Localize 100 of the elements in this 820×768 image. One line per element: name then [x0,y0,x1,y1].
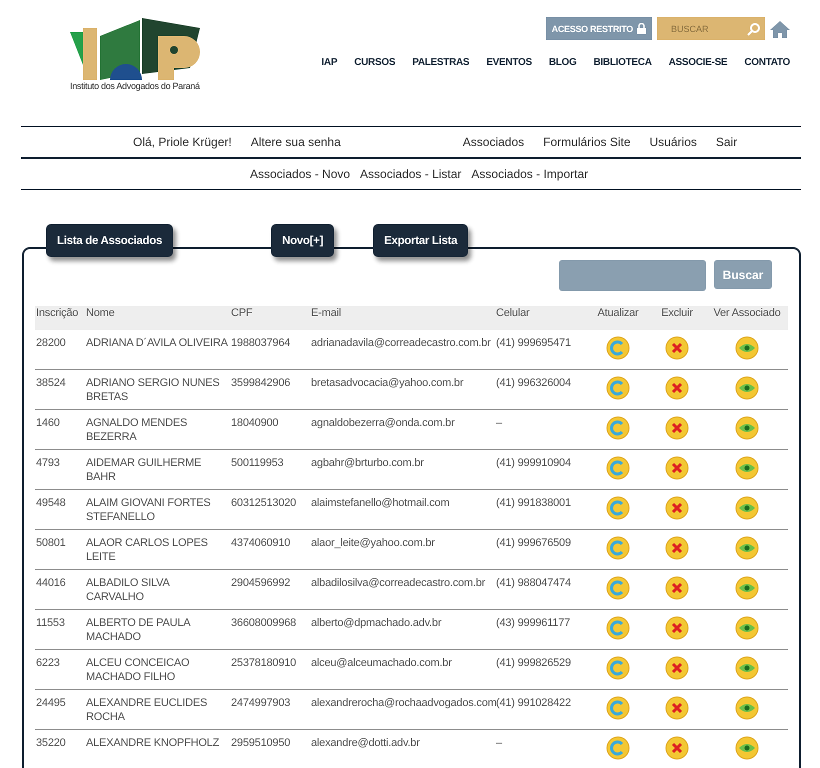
table-cell: (41) 999676509 [496,537,571,549]
table-cell: 500119953 [231,457,284,469]
tab-button[interactable]: Exportar Lista [373,224,468,257]
refresh-icon[interactable] [606,336,630,360]
table-cell: 49548 [36,497,66,509]
table-cell: (41) 991028422 [496,697,571,709]
column-header: Ver Associado [706,306,788,330]
column-header: CPF [230,306,310,330]
table-cell: alceu@alceumachado.com.br [311,657,452,669]
eye-icon[interactable] [735,456,759,480]
delete-icon[interactable] [665,456,689,480]
table-cell: – [496,737,502,749]
admin-nav-link[interactable]: Associados [462,135,524,149]
table-cell: 38524 [36,377,66,389]
sub-nav-link[interactable]: Associados - Novo [250,167,350,181]
refresh-icon[interactable] [606,736,630,760]
table-cell: alberto@dpmachado.adv.br [311,617,442,629]
column-header: E-mail [310,306,495,330]
table-cell: agbahr@brturbo.com.br [311,457,424,469]
delete-icon[interactable] [665,656,689,680]
table-cell: 25378180910 [231,657,296,669]
eye-icon[interactable] [735,336,759,360]
nav-link[interactable]: CURSOS [354,57,396,68]
table-cell: 1988037964 [231,337,290,349]
table-cell: ALEXANDRE EUCLIDES ROCHA [86,697,208,723]
refresh-icon[interactable] [606,456,630,480]
eye-icon[interactable] [735,536,759,560]
table-cell: alexandre@dotti.adv.br [311,737,420,749]
table-cell: (41) 999826529 [496,657,571,669]
delete-icon[interactable] [665,736,689,760]
refresh-icon[interactable] [606,416,630,440]
table-cell: ALBERTO DE PAULA MACHADO [86,617,190,643]
nav-link[interactable]: PALESTRAS [412,57,470,68]
table-cell: albadilosilva@correadecastro.com.br [311,577,486,589]
list-search-field[interactable] [559,260,706,291]
tab-button[interactable]: Novo[+] [271,224,334,257]
table-cell: ALEXANDRE KNOPFHOLZ [86,737,220,749]
refresh-icon[interactable] [606,656,630,680]
table-cell: (41) 999695471 [496,337,571,349]
delete-icon[interactable] [665,496,689,520]
table-cell: (43) 999961177 [496,617,570,629]
nav-link[interactable]: CONTATO [744,57,790,68]
home-icon[interactable] [770,20,790,38]
table-cell: (41) 988047474 [496,577,571,589]
table-cell: 4374060910 [231,537,290,549]
table-cell: 36608009968 [231,617,296,629]
tab-button[interactable]: Lista de Associados [46,224,174,257]
table-cell: 35220 [36,737,66,749]
change-password-link[interactable]: Altere sua senha [250,135,341,149]
sub-nav-link[interactable]: Associados - Importar [471,167,588,181]
nav-link[interactable]: EVENTOS [486,57,532,68]
nav-link[interactable]: IAP [321,57,338,68]
table-cell: 1460 [36,417,60,429]
table-cell: 50801 [36,537,66,549]
table-cell: alaimstefanello@hotmail.com [311,497,450,509]
search-field[interactable]: BUSCAR [657,17,765,40]
nav-link[interactable]: BLOG [548,57,577,68]
eye-icon[interactable] [735,576,759,600]
nav-link[interactable]: ASSOCIE-SE [668,57,728,68]
delete-icon[interactable] [665,696,689,720]
refresh-icon[interactable] [606,496,630,520]
refresh-icon[interactable] [606,376,630,400]
refresh-icon[interactable] [606,576,630,600]
table-cell: 2474997903 [231,697,290,709]
refresh-icon[interactable] [606,616,630,640]
admin-nav-link[interactable]: Sair [716,135,738,149]
table-cell: AIDEMAR GUILHERME BAHR [86,457,202,483]
eye-icon[interactable] [735,376,759,400]
table-cell: 11553 [36,617,65,629]
eye-icon[interactable] [735,656,759,680]
admin-nav-link[interactable]: Usuários [650,135,697,149]
table-cell: 2959510950 [231,737,290,749]
column-header: Celular [495,306,588,330]
delete-icon[interactable] [665,416,689,440]
delete-icon[interactable] [665,576,689,600]
refresh-icon[interactable] [606,696,630,720]
eye-icon[interactable] [735,496,759,520]
eye-icon[interactable] [735,696,759,720]
table-cell: agnaldobezerra@onda.com.br [311,417,455,429]
delete-icon[interactable] [665,536,689,560]
delete-icon[interactable] [665,616,689,640]
nav-link[interactable]: BIBLIOTECA [594,57,652,68]
table-cell: (41) 999910904 [496,457,571,469]
column-header: Atualizar [588,306,648,330]
column-header: Excluir [648,306,706,330]
table-cell: (41) 996326004 [496,377,571,389]
admin-nav-link[interactable]: Formulários Site [543,135,631,149]
eye-icon[interactable] [735,416,759,440]
eye-icon[interactable] [735,736,759,760]
table-cell: 3599842906 [231,377,290,389]
eye-icon[interactable] [735,616,759,640]
delete-icon[interactable] [665,336,689,360]
table-cell: ALAOR CARLOS LOPES LEITE [86,537,208,563]
table-cell: 18040900 [231,417,278,429]
sub-nav-link[interactable]: Associados - Listar [360,167,462,181]
table-cell: 2904596992 [231,577,290,589]
refresh-icon[interactable] [606,536,630,560]
table-cell: ADRIANO SERGIO NUNES BRETAS [86,377,220,403]
delete-icon[interactable] [665,376,689,400]
table-cell: alexandrerocha@rochaadvogados.com [311,697,497,709]
